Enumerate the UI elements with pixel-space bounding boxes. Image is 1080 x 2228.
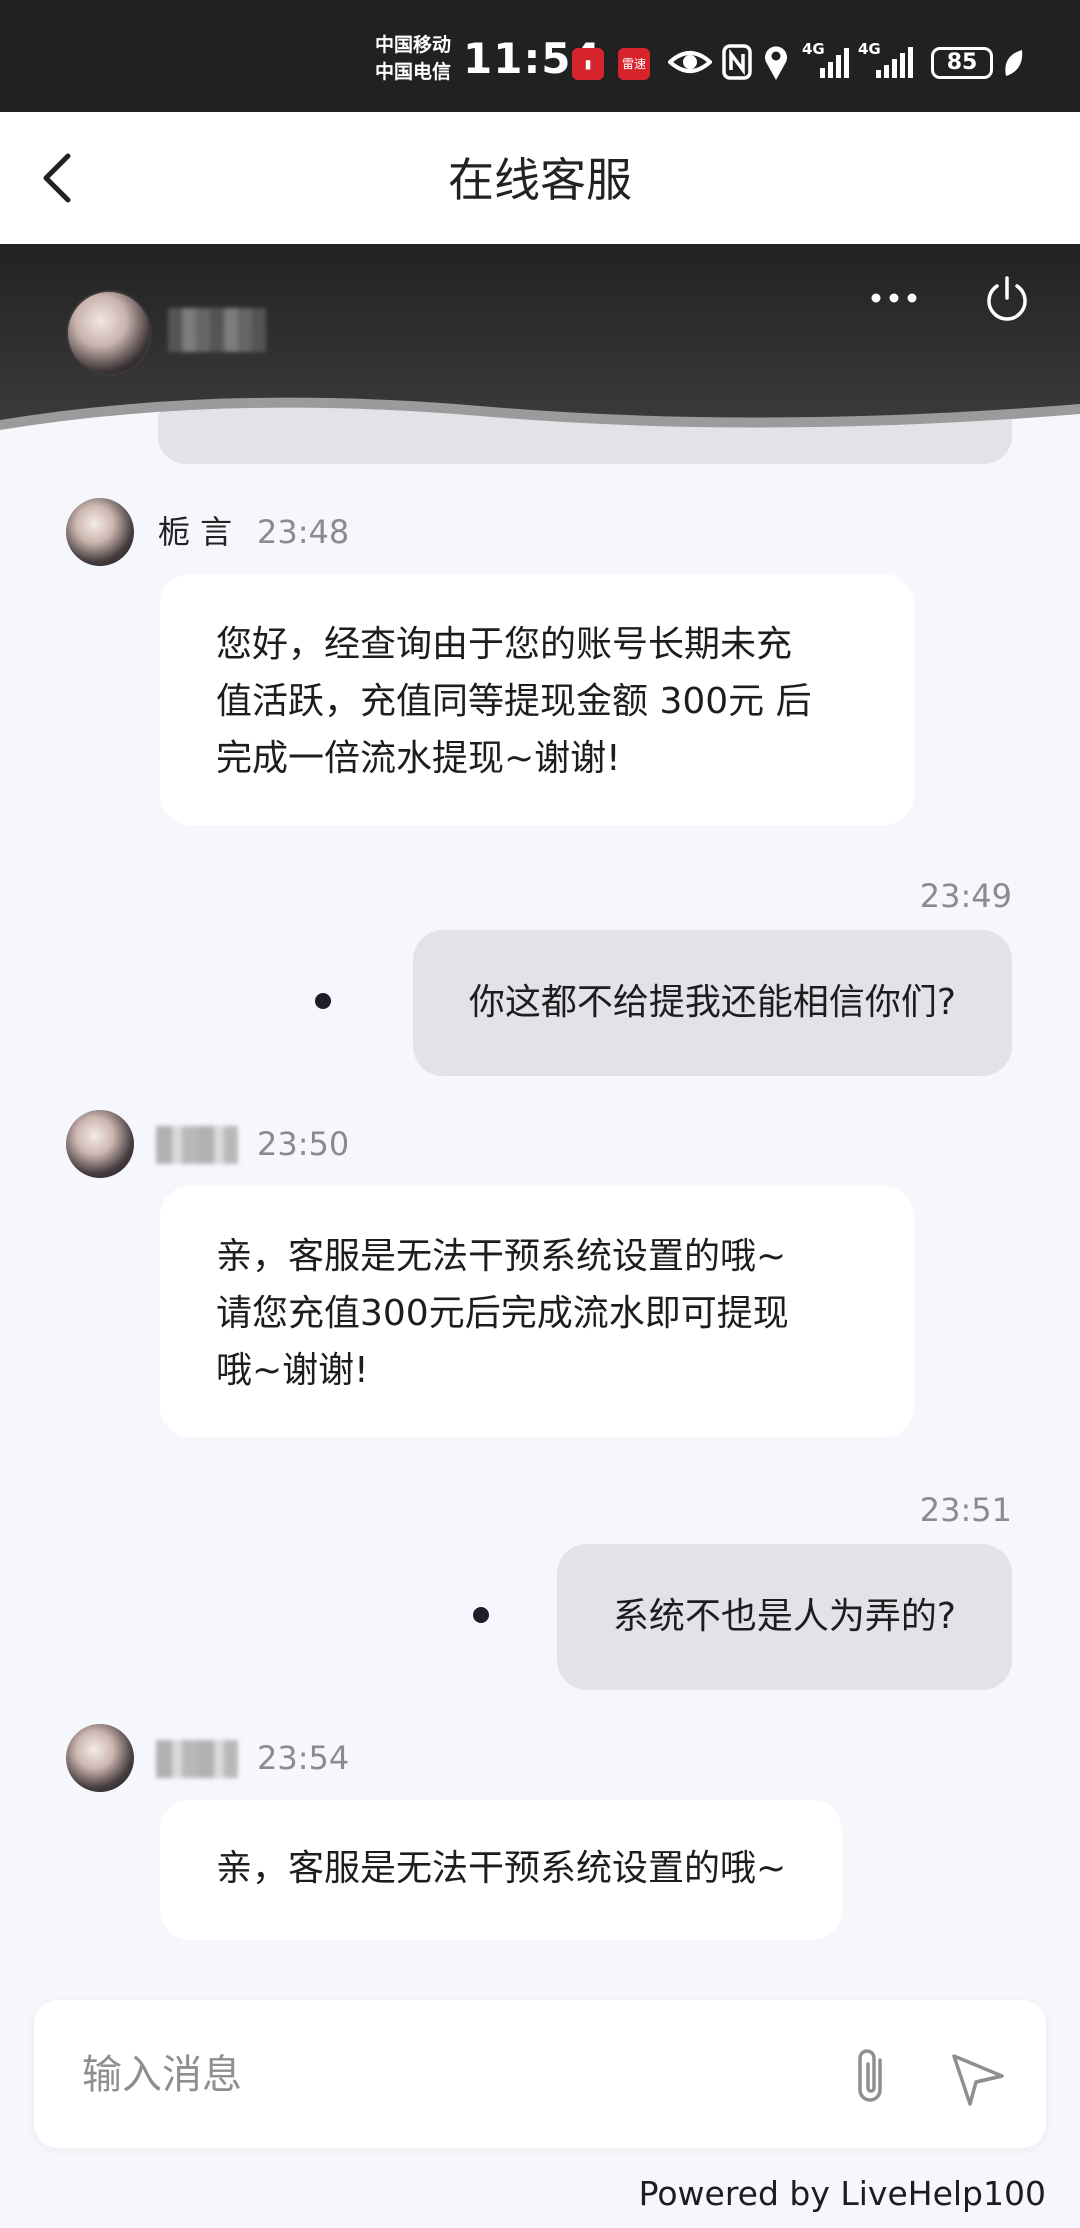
nav-bar: 在线客服 bbox=[0, 112, 1080, 244]
outgoing-message-bubble: 你这都不给提我还能相信你们? bbox=[412, 930, 1012, 1076]
message-line: 完成一倍流水提现~谢谢! bbox=[216, 738, 621, 779]
chat-area[interactable]: 栀 言 23:48 您好，经查询由于您的账号长期未充 值活跃，充值同等提现金额 … bbox=[0, 244, 1080, 1984]
message-line: 请您充值300元后完成流水即可提现 bbox=[216, 1293, 789, 1334]
nfc-icon bbox=[722, 44, 752, 80]
message-composer bbox=[34, 2000, 1046, 2148]
page-title: 在线客服 bbox=[448, 153, 632, 207]
status-bar: 中国移动 中国电信 11:54 ▮ 雷速 4G 4G 85 bbox=[0, 0, 1080, 112]
agent-avatar[interactable] bbox=[66, 1724, 134, 1792]
carrier-labels: 中国移动 中国电信 bbox=[375, 32, 451, 86]
read-status-dot bbox=[315, 993, 331, 1009]
message-input[interactable] bbox=[82, 2040, 782, 2110]
message-time: 23:49 bbox=[919, 877, 1012, 915]
agent-name-redacted bbox=[168, 308, 266, 352]
incoming-message-bubble: 亲，客服是无法干预系统设置的哦~ bbox=[160, 1800, 843, 1940]
incoming-message-bubble: 亲，客服是无法干预系统设置的哦~ 请您充值300元后完成流水即可提现 哦~谢谢! bbox=[160, 1186, 914, 1437]
message-time: 23:48 bbox=[257, 513, 350, 551]
message-line: 您好，经查询由于您的账号长期未充 bbox=[216, 624, 793, 665]
message-header: 栀 言 23:48 bbox=[66, 498, 466, 568]
message-time: 23:50 bbox=[257, 1125, 350, 1163]
signal-icon-2 bbox=[876, 47, 913, 78]
outgoing-message-bubble: 系统不也是人为弄的? bbox=[556, 1544, 1012, 1690]
message-header: 23:50 bbox=[66, 1110, 466, 1180]
message-line: 亲，客服是无法干预系统设置的哦~ bbox=[216, 1848, 787, 1889]
powered-by-label: Powered by LiveHelp100 bbox=[638, 2174, 1046, 2213]
message-line: 亲，客服是无法干预系统设置的哦~ bbox=[216, 1236, 787, 1277]
battery-indicator: 85 bbox=[931, 47, 993, 79]
incoming-message-bubble: 您好，经查询由于您的账号长期未充 值活跃，充值同等提现金额 300元 后 完成一… bbox=[160, 574, 914, 825]
eye-icon bbox=[668, 51, 712, 73]
agent-avatar[interactable] bbox=[66, 498, 134, 566]
send-icon[interactable] bbox=[946, 2046, 1010, 2110]
sender-name-redacted bbox=[156, 1126, 238, 1164]
more-horizontal-icon[interactable] bbox=[870, 288, 918, 308]
app-badge-icon: 雷速 bbox=[618, 48, 650, 80]
carrier-1: 中国移动 bbox=[375, 34, 452, 56]
location-icon bbox=[765, 46, 787, 80]
header-wave-background bbox=[0, 244, 1080, 430]
paperclip-icon[interactable] bbox=[840, 2046, 902, 2108]
power-icon[interactable] bbox=[982, 274, 1032, 324]
sender-name: 栀 言 bbox=[158, 513, 233, 551]
leaf-icon bbox=[1005, 50, 1023, 76]
carrier-2: 中国电信 bbox=[375, 61, 452, 83]
message-time: 23:54 bbox=[257, 1739, 350, 1777]
agent-header bbox=[0, 244, 1080, 434]
sender-name-redacted bbox=[156, 1740, 238, 1778]
message-header: 23:54 bbox=[66, 1724, 466, 1794]
message-line: 哦~谢谢! bbox=[216, 1350, 369, 1391]
signal-icon bbox=[820, 48, 849, 78]
read-status-dot bbox=[473, 1607, 489, 1623]
message-line: 值活跃，充值同等提现金额 300元 后 bbox=[216, 681, 812, 722]
agent-avatar-large[interactable] bbox=[66, 290, 152, 376]
message-time: 23:51 bbox=[919, 1491, 1012, 1529]
agent-avatar[interactable] bbox=[66, 1110, 134, 1178]
book-app-icon: ▮ bbox=[572, 48, 604, 80]
